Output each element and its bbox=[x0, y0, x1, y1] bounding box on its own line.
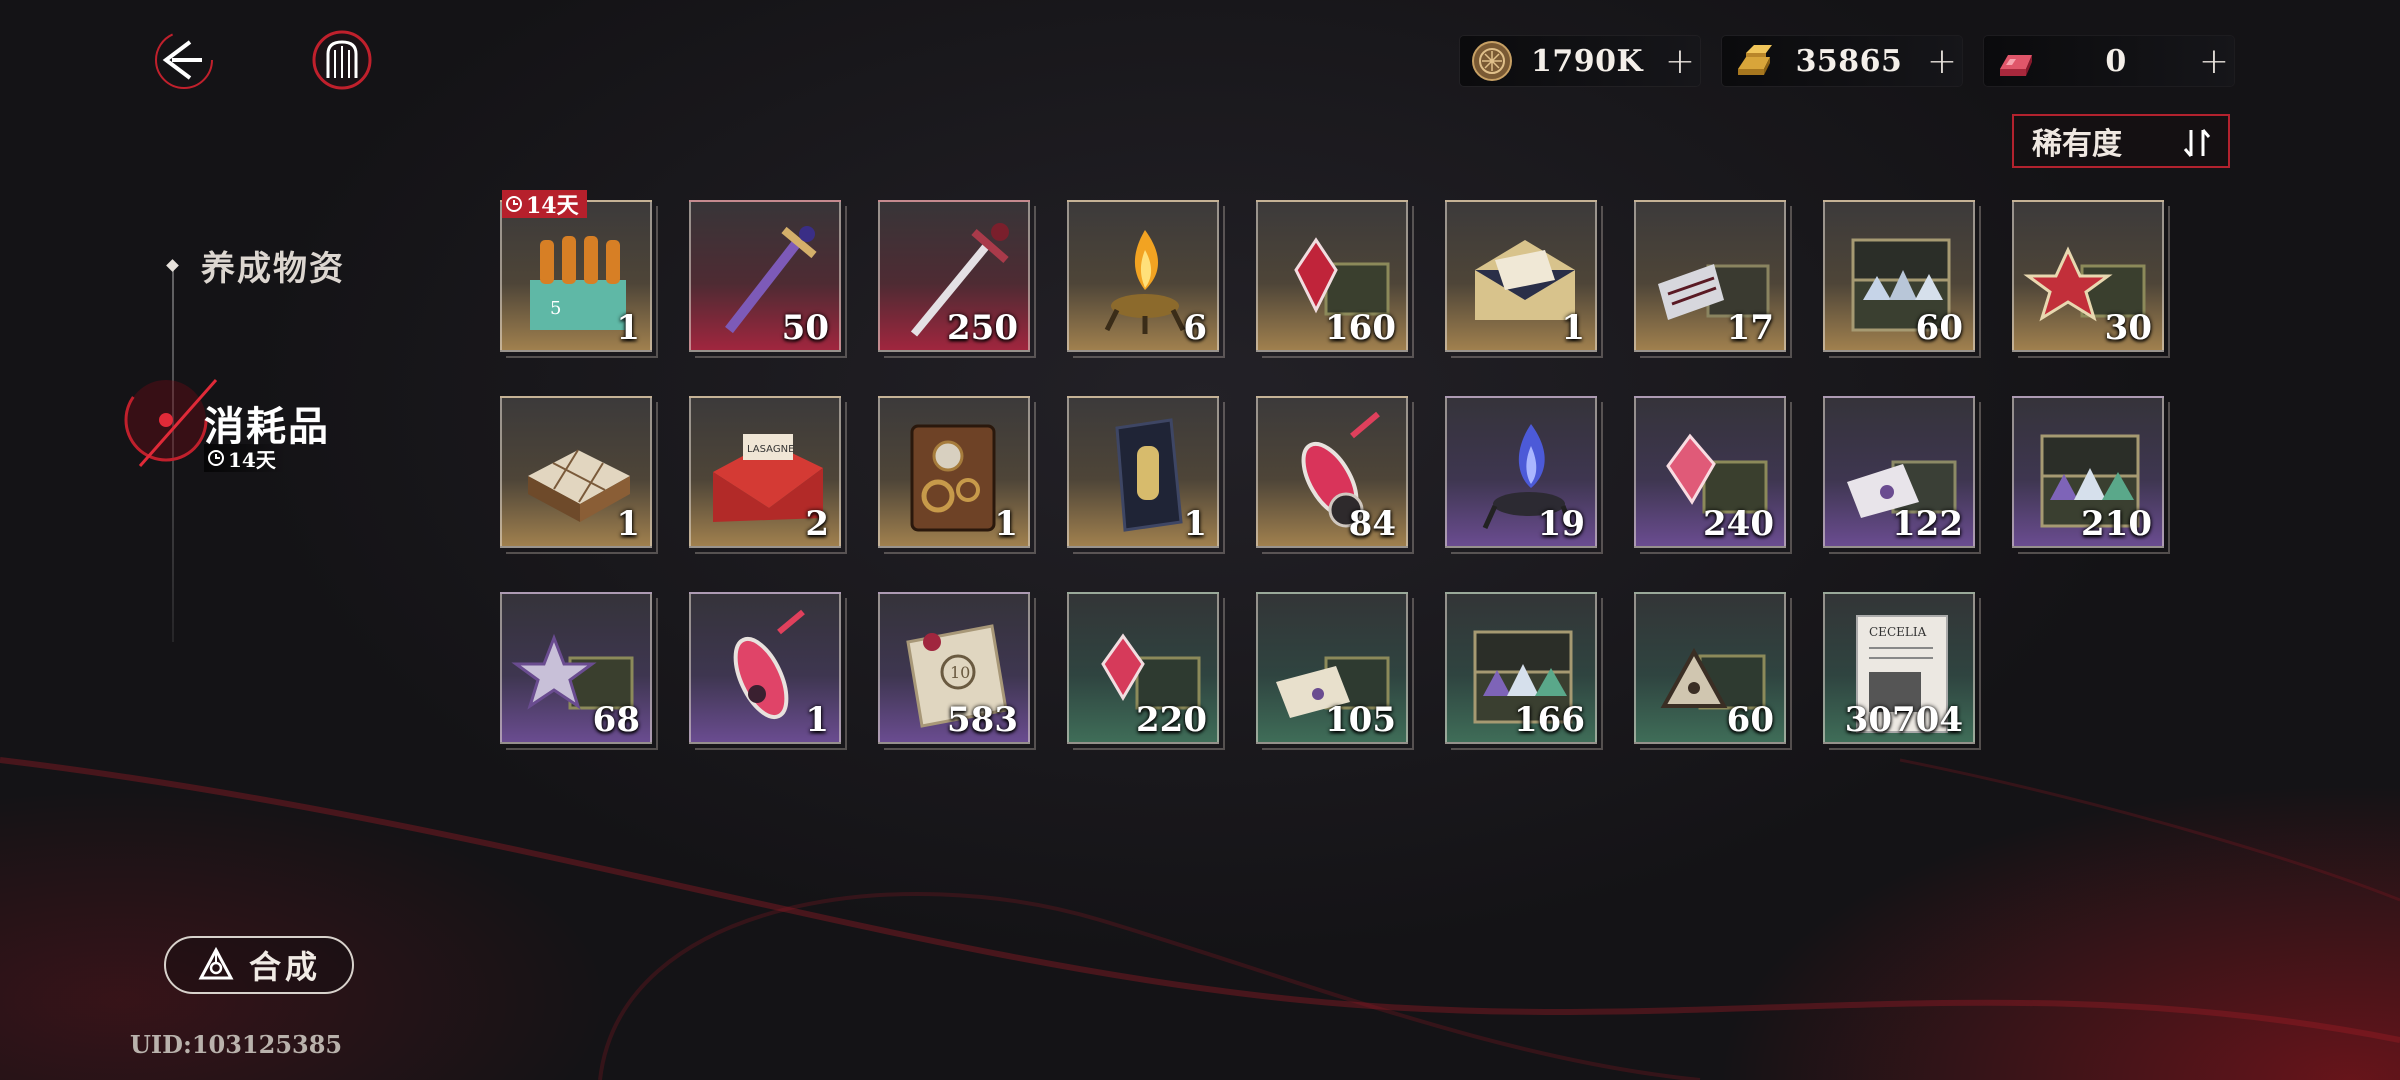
item-quantity: 105 bbox=[1325, 700, 1396, 740]
add-coins-button[interactable]: + bbox=[1660, 41, 1700, 82]
item-quantity: 250 bbox=[947, 308, 1018, 348]
sort-by-rarity-button[interactable]: 稀有度 bbox=[2012, 114, 2230, 168]
item-quantity: 84 bbox=[1348, 504, 1396, 544]
inventory-slot[interactable]: 210 bbox=[2012, 396, 2170, 554]
item-quantity: 30704 bbox=[1844, 700, 1963, 740]
expiry-badge-text: 14天 bbox=[526, 193, 579, 219]
coins-value: 1790K bbox=[1530, 43, 1644, 79]
inventory-slot[interactable]: 1 bbox=[878, 396, 1036, 554]
inventory-slot[interactable]: 60 bbox=[1634, 592, 1792, 750]
inventory-slot[interactable]: 105 bbox=[1256, 592, 1414, 750]
svg-text:LASAGNE: LASAGNE bbox=[747, 444, 794, 455]
inventory-slot[interactable]: 1 bbox=[500, 396, 658, 554]
back-button[interactable] bbox=[152, 28, 216, 92]
inventory-slot[interactable]: 60 bbox=[1823, 200, 1981, 358]
consumables-expiry-text: 14天 bbox=[228, 447, 276, 472]
coin-icon bbox=[1472, 41, 1512, 81]
item-quantity: 210 bbox=[2081, 504, 2152, 544]
item-quantity: 68 bbox=[592, 700, 640, 740]
inventory-screen: 1790K + 35865 + 0 + 稀有度 养成物资 消耗品 14天 合成 … bbox=[0, 0, 2400, 1080]
item-quantity: 1 bbox=[805, 700, 829, 740]
clock-icon bbox=[208, 450, 224, 466]
currency-coins: 1790K + bbox=[1460, 36, 1700, 86]
item-quantity: 220 bbox=[1136, 700, 1207, 740]
consumables-expiry-timer: 14天 bbox=[204, 444, 286, 472]
inventory-slot[interactable]: 220 bbox=[1067, 592, 1225, 750]
item-quantity: 50 bbox=[781, 308, 829, 348]
item-quantity: 60 bbox=[1726, 700, 1774, 740]
item-quantity: 2 bbox=[805, 504, 829, 544]
inventory-slot[interactable]: LASAGNE 2 bbox=[689, 396, 847, 554]
inventory-slot[interactable]: 1 bbox=[1445, 200, 1603, 358]
inventory-slot[interactable]: 19 bbox=[1445, 396, 1603, 554]
item-quantity: 1 bbox=[1183, 504, 1207, 544]
sort-label: 稀有度 bbox=[2032, 127, 2122, 162]
home-button[interactable] bbox=[310, 28, 374, 92]
inventory-slot[interactable]: 5 1 14天 bbox=[500, 190, 658, 358]
item-quantity: 1 bbox=[1561, 308, 1585, 348]
inventory-slot[interactable]: 10 583 bbox=[878, 592, 1036, 750]
clock-icon bbox=[506, 196, 522, 212]
home-emblem-icon bbox=[312, 30, 372, 90]
item-quantity: 6 bbox=[1183, 308, 1207, 348]
item-quantity: 30 bbox=[2104, 308, 2152, 348]
inventory-slot[interactable]: 1 bbox=[1067, 396, 1225, 554]
inventory-slot[interactable]: 240 bbox=[1634, 396, 1792, 554]
inventory-slot[interactable]: 160 bbox=[1256, 200, 1414, 358]
back-arrow-icon bbox=[155, 31, 213, 89]
inventory-slot[interactable]: CECELIA 30704 bbox=[1823, 592, 1981, 750]
gold-value: 35865 bbox=[1795, 43, 1903, 79]
sort-arrows-icon bbox=[2183, 129, 2211, 157]
inventory-slot[interactable]: 122 bbox=[1823, 396, 1981, 554]
item-quantity: 19 bbox=[1537, 504, 1585, 544]
item-quantity: 240 bbox=[1703, 504, 1774, 544]
inventory-slot[interactable]: 30 bbox=[2012, 200, 2170, 358]
synthesize-button[interactable]: 合成 bbox=[164, 936, 354, 994]
inventory-slot[interactable]: 68 bbox=[500, 592, 658, 750]
inventory-slot[interactable]: 250 bbox=[878, 200, 1036, 358]
add-gold-button[interactable]: + bbox=[1922, 41, 1962, 82]
gold-bar-icon bbox=[1738, 45, 1772, 75]
item-quantity: 160 bbox=[1325, 308, 1396, 348]
inventory-slot[interactable]: 17 bbox=[1634, 200, 1792, 358]
svg-text:CECELIA: CECELIA bbox=[1869, 625, 1927, 639]
tab-consumables[interactable]: 消耗品 14天 bbox=[110, 370, 350, 480]
item-quantity: 1 bbox=[616, 504, 640, 544]
expiry-badge: 14天 bbox=[502, 190, 587, 219]
currency-crystal: 0 + bbox=[1984, 36, 2234, 86]
inventory-slot[interactable]: 6 bbox=[1067, 200, 1225, 358]
add-crystal-button[interactable]: + bbox=[2194, 41, 2234, 82]
item-quantity: 166 bbox=[1514, 700, 1585, 740]
item-quantity: 1 bbox=[994, 504, 1018, 544]
tab-growth-materials-label: 养成物资 bbox=[201, 248, 345, 289]
item-quantity: 583 bbox=[947, 700, 1018, 740]
user-id: UID:103125385 bbox=[130, 1030, 343, 1059]
inventory-grid: 5 1 14天 50 250 6 160 1 17 60 30 1 LASAGNE 2 1 1 84 19 240 1… bbox=[500, 190, 2200, 760]
item-quantity: 122 bbox=[1892, 504, 1963, 544]
crystal-value: 0 bbox=[2105, 43, 2127, 79]
item-quantity: 17 bbox=[1726, 308, 1774, 348]
item-quantity: 1 bbox=[616, 308, 640, 348]
inventory-slot[interactable]: 1 bbox=[689, 592, 847, 750]
red-bar-icon bbox=[2000, 55, 2032, 76]
diamond-bullet-icon bbox=[166, 258, 179, 272]
inventory-slot[interactable]: 166 bbox=[1445, 592, 1603, 750]
svg-text:5: 5 bbox=[550, 298, 561, 319]
svg-text:10: 10 bbox=[950, 663, 970, 682]
inventory-slot[interactable]: 50 bbox=[689, 200, 847, 358]
synthesize-label: 合成 bbox=[248, 948, 321, 986]
currency-gold: 35865 + bbox=[1722, 36, 1962, 86]
synthesize-icon bbox=[198, 946, 234, 980]
tab-growth-materials[interactable]: 养成物资 bbox=[160, 240, 345, 290]
inventory-slot[interactable]: 84 bbox=[1256, 396, 1414, 554]
item-quantity: 60 bbox=[1915, 308, 1963, 348]
